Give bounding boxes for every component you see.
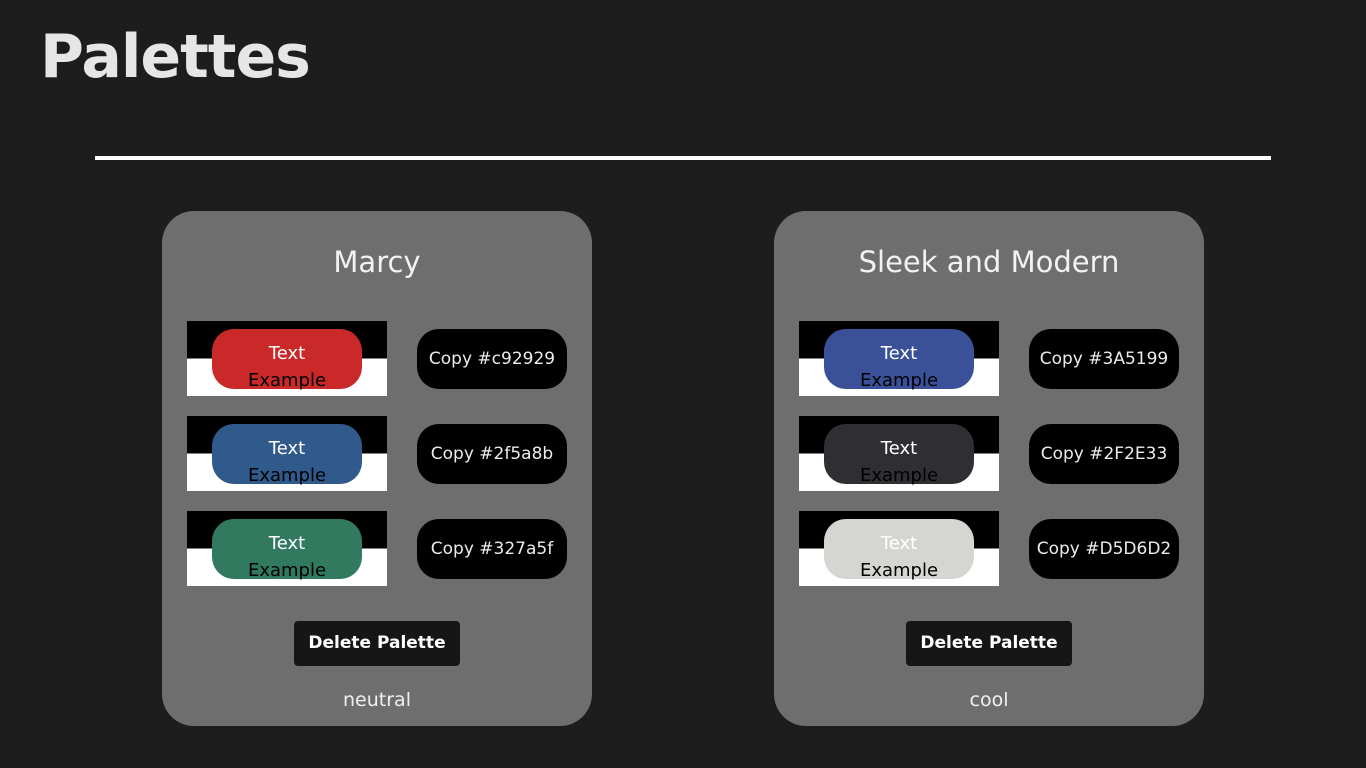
preview-text-light: Text xyxy=(880,533,918,554)
palette-tag: neutral xyxy=(343,689,411,711)
color-swatch: Text Example xyxy=(824,329,974,391)
swatch-row: Text Example Copy #2F2E33 xyxy=(799,416,1179,491)
swatch-row: Text Example Copy #c92929 xyxy=(187,321,567,396)
page-title: Palettes xyxy=(40,22,311,92)
delete-palette-button[interactable]: Delete Palette xyxy=(294,621,460,666)
delete-palette-button[interactable]: Delete Palette xyxy=(906,621,1072,666)
color-preview: Text Example xyxy=(187,321,387,396)
swatch-row: Text Example Copy #327a5f xyxy=(187,511,567,586)
color-swatch: Text Example xyxy=(212,329,362,391)
color-preview: Text Example xyxy=(187,511,387,586)
preview-text-light: Text xyxy=(880,343,918,364)
color-preview: Text Example xyxy=(799,416,999,491)
color-preview: Text Example xyxy=(799,511,999,586)
preview-text-light: Text xyxy=(268,533,306,554)
preview-text-dark: Example xyxy=(859,370,939,391)
copy-color-button[interactable]: Copy #c92929 xyxy=(417,329,567,389)
preview-text-dark: Example xyxy=(247,465,327,486)
color-swatch: Text Example xyxy=(212,424,362,486)
color-preview: Text Example xyxy=(187,416,387,491)
color-swatch: Text Example xyxy=(824,519,974,581)
copy-color-button[interactable]: Copy #327a5f xyxy=(417,519,567,579)
swatch-row: Text Example Copy #D5D6D2 xyxy=(799,511,1179,586)
copy-color-button[interactable]: Copy #3A5199 xyxy=(1029,329,1179,389)
color-preview: Text Example xyxy=(799,321,999,396)
swatch-row: Text Example Copy #2f5a8b xyxy=(187,416,567,491)
palette-name: Sleek and Modern xyxy=(858,245,1120,279)
preview-text-light: Text xyxy=(268,438,306,459)
swatch-row: Text Example Copy #3A5199 xyxy=(799,321,1179,396)
title-divider xyxy=(95,156,1271,160)
preview-text-dark: Example xyxy=(247,370,327,391)
copy-color-button[interactable]: Copy #2F2E33 xyxy=(1029,424,1179,484)
palette-tag: cool xyxy=(969,689,1009,711)
preview-text-light: Text xyxy=(880,438,918,459)
preview-text-light: Text xyxy=(268,343,306,364)
color-swatch: Text Example xyxy=(824,424,974,486)
palette-name: Marcy xyxy=(333,245,421,279)
copy-color-button[interactable]: Copy #2f5a8b xyxy=(417,424,567,484)
preview-text-dark: Example xyxy=(247,560,327,581)
palette-card-marcy: Marcy Text Example Copy #c92929 Text Exa… xyxy=(162,211,592,726)
preview-text-dark: Example xyxy=(859,560,939,581)
copy-color-button[interactable]: Copy #D5D6D2 xyxy=(1029,519,1179,579)
preview-text-dark: Example xyxy=(859,465,939,486)
palette-card-sleek-and-modern: Sleek and Modern Text Example Copy #3A51… xyxy=(774,211,1204,726)
color-swatch: Text Example xyxy=(212,519,362,581)
